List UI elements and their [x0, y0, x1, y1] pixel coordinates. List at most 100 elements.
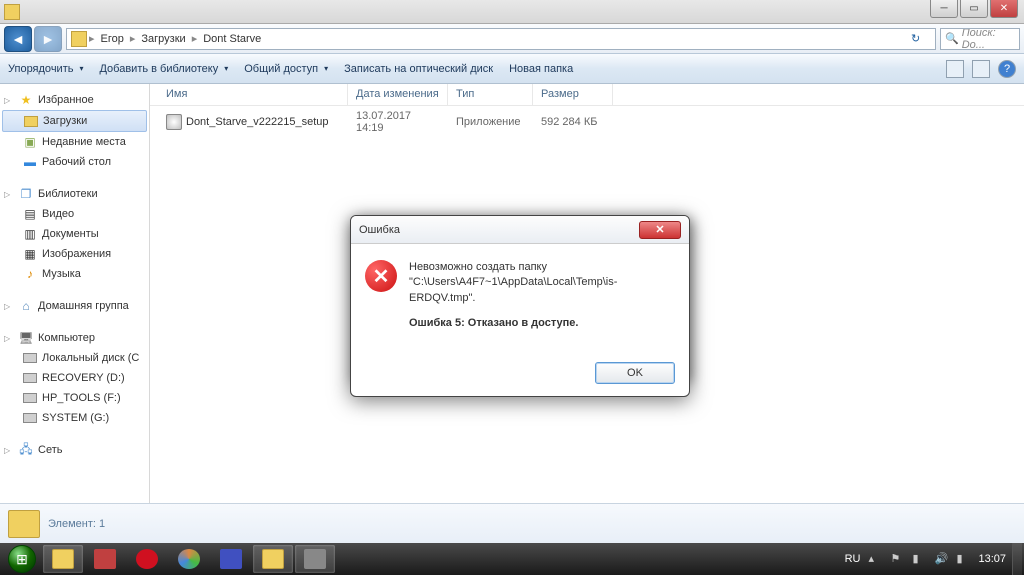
- statusbar: Элемент: 1: [0, 503, 1024, 543]
- recent-icon: ▣: [22, 134, 38, 150]
- sidebar-item-drive-c[interactable]: Локальный диск (C: [0, 348, 149, 368]
- organize-menu[interactable]: Упорядочить: [8, 63, 83, 75]
- ok-button[interactable]: OK: [595, 362, 675, 384]
- taskbar-item-setup[interactable]: [295, 545, 335, 573]
- dialog-close-button[interactable]: ✕: [639, 221, 681, 239]
- video-icon: ▤: [22, 206, 38, 222]
- start-button[interactable]: ⊞: [2, 544, 42, 574]
- back-button[interactable]: ◄: [4, 26, 32, 52]
- network-icon[interactable]: ▮: [912, 552, 926, 566]
- share-menu[interactable]: Общий доступ: [244, 63, 328, 75]
- titlebar: ─ ▭ ✕: [0, 0, 1024, 24]
- column-type[interactable]: Тип: [448, 84, 533, 105]
- folder-icon: [24, 116, 38, 127]
- sidebar-item-downloads[interactable]: Загрузки: [2, 110, 147, 132]
- sidebar-item-documents[interactable]: ▥Документы: [0, 224, 149, 244]
- folder-icon: [71, 31, 87, 47]
- sidebar-item-drive-g[interactable]: SYSTEM (G:): [0, 408, 149, 428]
- volume-icon[interactable]: 🔊: [934, 552, 948, 566]
- column-size[interactable]: Размер: [533, 84, 613, 105]
- dialog-buttons: OK: [351, 354, 689, 396]
- sidebar-homegroup[interactable]: ▷⌂Домашняя группа: [0, 296, 149, 316]
- sidebar-libraries[interactable]: ▷❐Библиотеки: [0, 184, 149, 204]
- forward-button[interactable]: ►: [34, 26, 62, 52]
- explorer-icon: [52, 549, 74, 569]
- close-button[interactable]: ✕: [990, 0, 1018, 18]
- folder-icon: [4, 4, 20, 20]
- include-library-menu[interactable]: Добавить в библиотеку: [99, 63, 228, 75]
- drive-icon: [23, 393, 37, 403]
- show-desktop-button[interactable]: [1012, 543, 1022, 575]
- music-icon: ♪: [22, 266, 38, 282]
- drive-icon: [23, 353, 37, 363]
- sidebar-item-desktop[interactable]: ▬Рабочий стол: [0, 152, 149, 172]
- search-input[interactable]: 🔍 Поиск: Do...: [940, 28, 1020, 50]
- sidebar: ▷★Избранное Загрузки ▣Недавние места ▬Ра…: [0, 84, 150, 503]
- folder-icon: [262, 549, 284, 569]
- column-name[interactable]: Имя: [158, 84, 348, 105]
- dialog-body: ✕ Невозможно создать папку"C:\Users\A4F7…: [351, 244, 689, 354]
- sidebar-item-videos[interactable]: ▤Видео: [0, 204, 149, 224]
- app-icon: [220, 549, 242, 569]
- drive-icon: [23, 413, 37, 423]
- taskbar: ⊞ RU ▴ ⚑ ▮ 🔊 ▮ 13:07: [0, 543, 1024, 575]
- breadcrumb[interactable]: ▸ Егор ▸ Загрузки ▸ Dont Starve ↻: [66, 28, 936, 50]
- application-icon: [166, 114, 182, 130]
- setup-icon: [304, 549, 326, 569]
- taskbar-item-explorer[interactable]: [43, 545, 83, 573]
- sidebar-item-pictures[interactable]: ▦Изображения: [0, 244, 149, 264]
- new-folder-button[interactable]: Новая папка: [509, 63, 573, 75]
- clock[interactable]: 13:07: [978, 553, 1006, 565]
- language-indicator[interactable]: RU: [845, 553, 861, 565]
- view-options-button[interactable]: [946, 60, 964, 78]
- sidebar-item-drive-f[interactable]: HP_TOOLS (F:): [0, 388, 149, 408]
- chrome-icon: [178, 549, 200, 569]
- tray-up-icon[interactable]: ▴: [868, 552, 882, 566]
- sidebar-favorites[interactable]: ▷★Избранное: [0, 90, 149, 110]
- folder-icon: [8, 510, 40, 538]
- search-icon: 🔍: [945, 32, 959, 45]
- preview-pane-button[interactable]: [972, 60, 990, 78]
- breadcrumb-item[interactable]: Dont Starve: [199, 31, 265, 47]
- sidebar-item-recent[interactable]: ▣Недавние места: [0, 132, 149, 152]
- search-placeholder: Поиск: Do...: [962, 28, 1015, 50]
- toolbar: Упорядочить Добавить в библиотеку Общий …: [0, 54, 1024, 84]
- taskbar-item[interactable]: [85, 545, 125, 573]
- navbar: ◄ ► ▸ Егор ▸ Загрузки ▸ Dont Starve ↻ 🔍 …: [0, 24, 1024, 54]
- column-headers: Имя Дата изменения Тип Размер: [150, 84, 1024, 106]
- refresh-icon[interactable]: ↻: [911, 32, 931, 45]
- dialog-titlebar: Ошибка ✕: [351, 216, 689, 244]
- sidebar-computer[interactable]: ▷🖥Компьютер: [0, 328, 149, 348]
- picture-icon: ▦: [22, 246, 38, 262]
- file-row[interactable]: Dont_Starve_v222215_setup 13.07.2017 14:…: [150, 106, 1024, 138]
- taskbar-item[interactable]: [211, 545, 251, 573]
- sidebar-item-drive-d[interactable]: RECOVERY (D:): [0, 368, 149, 388]
- homegroup-icon: ⌂: [18, 298, 34, 314]
- flag-icon[interactable]: ⚑: [890, 552, 904, 566]
- dialog-title: Ошибка: [359, 224, 639, 236]
- document-icon: ▥: [22, 226, 38, 242]
- breadcrumb-item[interactable]: Егор: [97, 31, 128, 47]
- maximize-button[interactable]: ▭: [960, 0, 988, 18]
- taskbar-item[interactable]: [253, 545, 293, 573]
- error-dialog: Ошибка ✕ ✕ Невозможно создать папку"C:\U…: [350, 215, 690, 397]
- help-button[interactable]: ?: [998, 60, 1016, 78]
- desktop-icon: ▬: [22, 154, 38, 170]
- breadcrumb-item[interactable]: Загрузки: [137, 31, 189, 47]
- sidebar-network[interactable]: ▷🖧Сеть: [0, 440, 149, 460]
- chevron-right-icon: ▸: [192, 32, 198, 45]
- sidebar-item-music[interactable]: ♪Музыка: [0, 264, 149, 284]
- library-icon: ❐: [18, 186, 34, 202]
- taskbar-item-chrome[interactable]: [169, 545, 209, 573]
- drive-icon: [23, 373, 37, 383]
- battery-icon[interactable]: ▮: [956, 552, 970, 566]
- taskbar-item-opera[interactable]: [127, 545, 167, 573]
- opera-icon: [136, 549, 158, 569]
- minimize-button[interactable]: ─: [930, 0, 958, 18]
- computer-icon: 🖥: [18, 330, 34, 346]
- windows-logo-icon: ⊞: [8, 545, 36, 573]
- window-controls: ─ ▭ ✕: [930, 0, 1018, 18]
- column-date[interactable]: Дата изменения: [348, 84, 448, 105]
- burn-button[interactable]: Записать на оптический диск: [344, 63, 493, 75]
- star-icon: ★: [18, 92, 34, 108]
